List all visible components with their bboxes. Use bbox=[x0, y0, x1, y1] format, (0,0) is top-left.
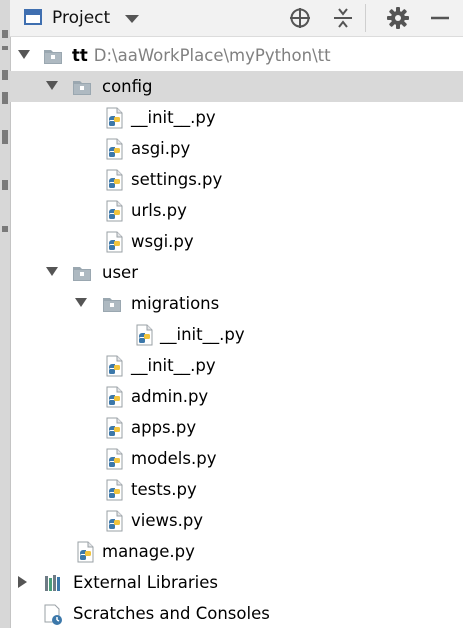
root-folder-label: tt D:\aaWorkPlace\myPython\tt bbox=[72, 46, 331, 65]
tree-row-file[interactable]: settings.py bbox=[10, 164, 463, 195]
python-file-icon bbox=[106, 386, 123, 408]
tree-row-file[interactable]: __init__.py bbox=[10, 102, 463, 133]
file-label: apps.py bbox=[131, 418, 197, 437]
folder-label: config bbox=[102, 77, 153, 96]
folder-label: migrations bbox=[131, 294, 220, 313]
expand-arrow-icon[interactable] bbox=[18, 576, 27, 588]
tree-row-file[interactable]: views.py bbox=[10, 505, 463, 536]
scratches-label: Scratches and Consoles bbox=[73, 604, 270, 623]
file-label: urls.py bbox=[131, 201, 187, 220]
tree-row-migrations[interactable]: migrations bbox=[10, 288, 463, 319]
crosshair-icon[interactable] bbox=[288, 6, 312, 30]
file-label: __init__.py bbox=[131, 108, 216, 127]
tree-row-scratches[interactable]: Scratches and Consoles bbox=[10, 598, 463, 629]
scratches-icon bbox=[44, 604, 62, 625]
file-label: settings.py bbox=[131, 170, 223, 189]
project-tree: tt D:\aaWorkPlace\myPython\tt config __in… bbox=[10, 40, 463, 629]
project-window-icon bbox=[24, 9, 42, 25]
external-libraries-label: External Libraries bbox=[73, 573, 218, 592]
root-folder-path: D:\aaWorkPlace\myPython\tt bbox=[93, 46, 331, 65]
project-toolbar: Project bbox=[10, 0, 463, 37]
folder-icon bbox=[44, 50, 62, 64]
chevron-down-icon[interactable] bbox=[125, 15, 139, 23]
folder-icon bbox=[73, 267, 91, 281]
collapse-all-icon[interactable] bbox=[331, 6, 355, 30]
expand-arrow-icon[interactable] bbox=[75, 298, 87, 307]
file-label: wsgi.py bbox=[131, 232, 194, 251]
python-file-icon bbox=[106, 448, 123, 470]
minimize-icon[interactable] bbox=[428, 6, 452, 30]
python-file-icon bbox=[136, 324, 153, 346]
tree-row-file[interactable]: tests.py bbox=[10, 474, 463, 505]
tree-row-file[interactable]: urls.py bbox=[10, 195, 463, 226]
file-label: admin.py bbox=[131, 387, 209, 406]
tree-row-file[interactable]: manage.py bbox=[10, 536, 463, 567]
tree-row-file[interactable]: models.py bbox=[10, 443, 463, 474]
tree-row-file[interactable]: asgi.py bbox=[10, 133, 463, 164]
python-file-icon bbox=[106, 510, 123, 532]
python-file-icon bbox=[106, 417, 123, 439]
folder-icon bbox=[103, 298, 121, 312]
python-file-icon bbox=[106, 107, 123, 129]
project-title[interactable]: Project bbox=[52, 8, 110, 28]
folder-label: user bbox=[102, 263, 138, 282]
file-label: __init__.py bbox=[131, 356, 216, 375]
python-file-icon bbox=[106, 169, 123, 191]
python-file-icon bbox=[77, 541, 94, 563]
python-file-icon bbox=[106, 355, 123, 377]
library-icon bbox=[45, 575, 60, 591]
file-label: manage.py bbox=[102, 542, 195, 561]
tree-row-file[interactable]: __init__.py bbox=[10, 319, 463, 350]
file-label: tests.py bbox=[131, 480, 197, 499]
file-label: models.py bbox=[131, 449, 217, 468]
file-label: asgi.py bbox=[131, 139, 191, 158]
tree-row-file[interactable]: wsgi.py bbox=[10, 226, 463, 257]
expand-arrow-icon[interactable] bbox=[18, 50, 30, 59]
tree-row-file[interactable]: __init__.py bbox=[10, 350, 463, 381]
file-label: __init__.py bbox=[160, 325, 245, 344]
file-label: views.py bbox=[131, 511, 204, 530]
tree-row-external-libraries[interactable]: External Libraries bbox=[10, 567, 463, 598]
python-file-icon bbox=[106, 479, 123, 501]
folder-icon bbox=[73, 81, 91, 95]
tree-row-file[interactable]: admin.py bbox=[10, 381, 463, 412]
expand-arrow-icon[interactable] bbox=[46, 267, 58, 276]
expand-arrow-icon[interactable] bbox=[46, 81, 58, 90]
tree-row-user[interactable]: user bbox=[10, 257, 463, 288]
python-file-icon bbox=[106, 231, 123, 253]
tree-row-root[interactable]: tt D:\aaWorkPlace\myPython\tt bbox=[10, 40, 463, 71]
gear-icon[interactable] bbox=[386, 6, 410, 30]
tree-row-config[interactable]: config bbox=[10, 71, 463, 102]
tree-row-file[interactable]: apps.py bbox=[10, 412, 463, 443]
python-file-icon bbox=[106, 138, 123, 160]
python-file-icon bbox=[106, 200, 123, 222]
